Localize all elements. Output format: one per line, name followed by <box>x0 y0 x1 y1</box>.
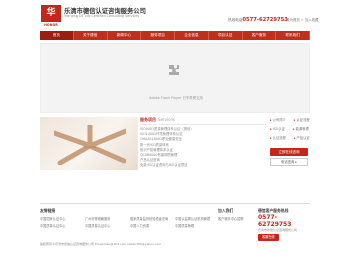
quick-link[interactable]: 公司简介 <box>270 117 286 126</box>
online-service-button[interactable]: 客服在线 <box>258 234 279 241</box>
flash-banner-placeholder[interactable]: Adobe Flash Player 已不再受支持 <box>40 43 310 113</box>
star-icon: ☆ <box>300 18 304 22</box>
friend-link[interactable]: 广州好得维翰服务 <box>85 216 130 221</box>
friend-links-grid: 中国国家认证中心 广州好得维翰服务 国家质量监督检验检疫总局 中国认监委认证机构… <box>40 216 220 228</box>
join-us: 加入我们 客户服务中心招聘 <box>218 208 258 221</box>
home-icon: ⌂ <box>283 18 286 22</box>
online-consult-button[interactable]: 立即在线咨询 <box>270 148 308 156</box>
services-heading: 服务项目 Services <box>140 117 266 125</box>
logo-wordmark: HONOR <box>44 23 58 27</box>
set-homepage-link[interactable]: 设为首页 <box>286 18 300 22</box>
nav-customer-service[interactable]: 客户服务 <box>243 31 277 40</box>
flash-unsupported-message: Adobe Flash Player 已不再受支持 <box>149 96 203 100</box>
friend-links: 友情链接 中国国家认证中心 广州好得维翰服务 国家质量监督检验检疫总局 中国认监… <box>40 208 220 228</box>
hotline-label: 热线电话 <box>228 18 243 22</box>
contact-company: 乐清市德信认证咨询服务公司 <box>258 228 298 232</box>
services-panel: 服务项目 Services ISO9001质量管理体系认证（德信） ISO1400… <box>140 117 266 170</box>
services-title: 服务项目 <box>140 117 156 122</box>
footer-divider <box>40 203 310 204</box>
company-logo[interactable]: 华 HONOR <box>41 5 61 29</box>
nav-certification[interactable]: 项目认证 <box>209 31 243 40</box>
service-item[interactable]: 免费ISO认证咨询与ISO认证项目 <box>140 163 266 168</box>
contact-hotline: 德信客户服务热线 0577-62729753 乐清市德信认证咨询服务公司 客服在… <box>258 208 310 241</box>
top-links: ⌂ 设为首页 ☆ 加入收藏 <box>283 17 319 22</box>
quick-link[interactable]: ISO认证 <box>270 126 285 135</box>
friend-link[interactable]: 中国国家认证中心 <box>40 216 85 221</box>
friend-link[interactable]: 国家质量监督检验检疫总局 <box>130 216 175 221</box>
header: 华 HONOR 乐清市德信认证咨询服务公司 Yue qing DE XIN Ce… <box>0 0 350 30</box>
services-list: ISO9001质量管理体系认证（德信） ISO14001环境管理体系认证 OHS… <box>140 127 266 169</box>
contact-number: 0577-62729753 <box>258 214 292 228</box>
nav-home[interactable]: 首页 <box>40 31 74 40</box>
join-us-link[interactable]: 客户服务中心招聘 <box>218 216 258 221</box>
quick-link[interactable]: 产品认证 <box>294 135 310 144</box>
logo-mark: 华 <box>41 5 61 22</box>
nav-services[interactable]: 服务项目 <box>141 31 175 40</box>
nav-contact[interactable]: 联系我们 <box>276 31 310 40</box>
nav-news[interactable]: 新闻中心 <box>108 31 142 40</box>
quick-link[interactable]: 认证流程 <box>270 135 286 144</box>
friend-link[interactable]: 中国认监委认证机构管理 <box>175 216 220 221</box>
quick-link[interactable]: 能源管理 <box>293 126 309 135</box>
copyright: 版权所有©乐清市德信认证咨询服务公司 Email:kiso@163.com ki… <box>40 242 162 246</box>
main-nav: 首页 关于德信 新闻中心 服务项目 企业信息 项目认证 客户服务 联系我们 <box>40 31 310 40</box>
friend-link[interactable]: 中国质量管理 <box>175 223 220 228</box>
quick-links-row: 认证流程 产品认证 <box>270 135 310 144</box>
quick-links-panel: 公司简介 认证流程 ISO认证 能源管理 认证流程 产品认证 立即在线咨询 电话… <box>270 117 310 170</box>
nav-about[interactable]: 关于德信 <box>74 31 108 40</box>
friend-link[interactable]: 中国质量认证中心 <box>40 223 85 228</box>
join-us-title: 加入我们 <box>218 208 234 213</box>
friend-link[interactable]: 中国质量认证中心 <box>85 223 130 228</box>
friend-link[interactable]: 中国人力资源 <box>130 223 175 228</box>
quick-links-row: 公司简介 认证流程 <box>270 117 310 126</box>
services-title-en: Services <box>158 117 175 122</box>
nav-enterprise[interactable]: 企业信息 <box>175 31 209 40</box>
company-name-en: Yue qing DE XIN Certified Consulting Ser… <box>64 14 140 18</box>
hands-together-image <box>54 125 126 165</box>
hotline: 热线电话0577-62729753 <box>228 17 288 23</box>
quick-links-row: ISO认证 能源管理 <box>270 126 310 135</box>
hotline-number: 0577-62729753 <box>242 17 288 23</box>
phone-consult-button[interactable]: 电话咨询 ▸ <box>270 158 308 166</box>
friend-links-title: 友情链接 <box>40 208 56 213</box>
bookmark-link[interactable]: 加入收藏 <box>305 18 319 22</box>
plugin-icon <box>169 65 179 75</box>
quick-link[interactable]: 认证流程 <box>294 117 310 126</box>
